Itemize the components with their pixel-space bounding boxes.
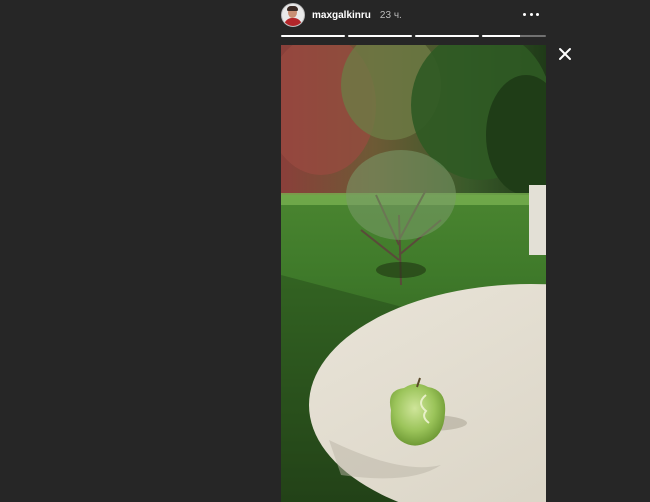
progress-segment xyxy=(482,35,546,37)
garden-apple-photo xyxy=(281,45,546,502)
progress-segment xyxy=(281,35,345,37)
story-container[interactable]: maxgalkinru 23 ч. xyxy=(281,0,546,502)
more-options-icon[interactable] xyxy=(523,9,539,19)
story-viewer: maxgalkinru 23 ч. xyxy=(0,0,650,502)
post-time: 23 ч. xyxy=(379,9,402,21)
close-icon[interactable] xyxy=(558,47,572,61)
username-link[interactable]: maxgalkinru xyxy=(312,10,371,21)
progress-segment xyxy=(415,35,479,37)
avatar[interactable] xyxy=(281,3,305,27)
story-photo[interactable] xyxy=(281,45,546,502)
story-progress-bar xyxy=(281,35,546,37)
story-header: maxgalkinru 23 ч. xyxy=(281,3,546,27)
progress-segment xyxy=(348,35,412,37)
